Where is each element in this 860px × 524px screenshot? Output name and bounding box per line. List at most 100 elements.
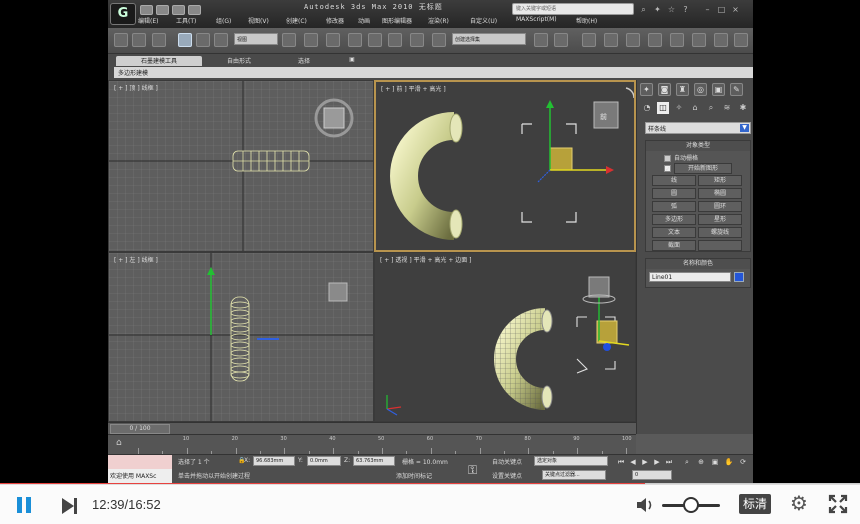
layer-manager-icon[interactable] xyxy=(582,33,596,47)
shape-text-button[interactable]: 文本 xyxy=(652,227,696,238)
geometry-icon[interactable]: ◔ xyxy=(641,102,653,114)
add-time-tag[interactable]: 添加时间标记 xyxy=(396,471,432,480)
view-coordinate-dropdown[interactable]: 视图 xyxy=(234,33,278,45)
settings-gear-icon[interactable]: ⚙ xyxy=(788,492,810,514)
menu-edit[interactable]: 编辑(E) xyxy=(138,16,158,25)
create-tab-icon[interactable]: ✦ xyxy=(640,83,653,96)
viewport-top-label[interactable]: [ + ] 顶 ] 线框 ] xyxy=(114,83,158,92)
auto-key-button[interactable]: 自动关键点 xyxy=(492,457,522,466)
shape-line-button[interactable]: 线 xyxy=(652,175,696,186)
percent-snap-icon[interactable] xyxy=(388,33,402,47)
save-file-icon[interactable] xyxy=(172,5,185,15)
close-icon[interactable]: × xyxy=(730,4,741,15)
viewcube-left[interactable] xyxy=(328,282,348,302)
auto-grid-checkbox[interactable]: 自动栅格 xyxy=(664,153,698,162)
fullscreen-icon[interactable] xyxy=(828,494,848,514)
named-selection-dropdown[interactable]: 创建选择集 xyxy=(452,33,526,45)
ribbon-panel[interactable]: 多边形建模 xyxy=(114,67,753,78)
mirror-icon[interactable] xyxy=(534,33,548,47)
select-tool-icon[interactable] xyxy=(132,33,146,47)
new-file-icon[interactable] xyxy=(140,5,153,15)
shape-ngon-button[interactable]: 多边形 xyxy=(652,214,696,225)
viewport-perspective[interactable]: [ + ] 透视 ] 平滑 + 高光 + 边面 ] xyxy=(374,252,636,422)
track-bar-icon[interactable]: ⌂ xyxy=(116,438,128,450)
systems-icon[interactable]: ✱ xyxy=(737,102,749,114)
maxscript-input[interactable]: 欢迎使用 MAXSc xyxy=(108,469,172,483)
zoom-extents-icon[interactable]: ▣ xyxy=(710,457,720,467)
zoom-all-icon[interactable]: ⊕ xyxy=(696,457,706,467)
viewport-perspective-label[interactable]: [ + ] 透视 ] 平滑 + 高光 + 边面 ] xyxy=(380,255,472,264)
viewcube-top[interactable] xyxy=(323,107,345,129)
next-button[interactable] xyxy=(60,496,80,516)
open-file-icon[interactable] xyxy=(156,5,169,15)
pivot-icon[interactable] xyxy=(282,33,296,47)
shape-section-button[interactable]: 截面 xyxy=(652,240,696,251)
keyboard-shortcut-icon[interactable] xyxy=(326,33,340,47)
start-new-shape-checkbox[interactable]: ✓ 开始新图形 xyxy=(664,163,732,174)
object-name-input[interactable]: Line01 xyxy=(649,272,731,282)
shape-arc-button[interactable]: 弧 xyxy=(652,201,696,212)
edit-named-selection-icon[interactable] xyxy=(432,33,446,47)
menu-modifiers[interactable]: 修改器 xyxy=(326,16,344,25)
shape-helix-button[interactable]: 螺旋线 xyxy=(698,227,742,238)
z-coordinate-field[interactable]: 63.763mm xyxy=(353,456,395,466)
tab-freeform[interactable]: 自由形式 xyxy=(214,56,264,66)
rendered-frame-icon[interactable] xyxy=(714,33,728,47)
volume-button[interactable] xyxy=(635,495,657,515)
snap-toggle-icon[interactable] xyxy=(348,33,362,47)
modify-tab-icon[interactable]: ◙ xyxy=(658,83,671,96)
utilities-tab-icon[interactable]: ✎ xyxy=(730,83,743,96)
zoom-icon[interactable]: ⌕ xyxy=(682,457,692,467)
tab-selection[interactable]: 选择 xyxy=(284,56,324,66)
viewport-front[interactable]: [ + ] 前 ] 平滑 + 高光 ] 前 xyxy=(374,80,636,252)
motion-tab-icon[interactable]: ◎ xyxy=(694,83,707,96)
menu-views[interactable]: 视图(V) xyxy=(248,16,269,25)
shape-donut-button[interactable]: 圆环 xyxy=(698,201,742,212)
shape-empty-button[interactable] xyxy=(698,240,742,251)
menu-graph-editors[interactable]: 图形编辑器 xyxy=(382,16,412,25)
info-icon[interactable]: ? xyxy=(680,4,691,15)
viewport-left-label[interactable]: [ + ] 左 ] 线框 ] xyxy=(114,255,158,264)
spacewarps-icon[interactable]: ≋ xyxy=(721,102,733,114)
time-slider[interactable]: 0 / 100 xyxy=(108,422,636,434)
object-color-swatch[interactable] xyxy=(734,272,744,282)
viewport-top[interactable]: [ + ] 顶 ] 线框 ] xyxy=(108,80,374,252)
viewport-left[interactable]: [ + ] 左 ] 线框 ] xyxy=(108,252,374,422)
goto-start-icon[interactable]: ⏮ xyxy=(616,457,626,467)
maxscript-listener[interactable]: 欢迎使用 MAXSc xyxy=(108,455,172,484)
shape-star-button[interactable]: 星形 xyxy=(698,214,742,225)
curve-editor-icon[interactable] xyxy=(626,33,640,47)
spinner-snap-icon[interactable] xyxy=(410,33,424,47)
pause-button[interactable] xyxy=(15,496,35,516)
tab-graphite-modeling[interactable]: 石墨建模工具 xyxy=(116,56,202,66)
next-frame-icon[interactable]: ▶ xyxy=(652,457,662,467)
minimize-icon[interactable]: – xyxy=(702,4,713,15)
align-icon[interactable] xyxy=(554,33,568,47)
viewcube-perspective[interactable] xyxy=(588,276,610,298)
select-rotate-icon[interactable] xyxy=(196,33,210,47)
render-setup-icon[interactable] xyxy=(692,33,706,47)
y-coordinate-field[interactable]: 0.0mm xyxy=(307,456,341,466)
lights-icon[interactable]: ✧ xyxy=(673,102,685,114)
search-icon[interactable]: ⌕ xyxy=(638,4,649,15)
viewport-front-label[interactable]: [ + ] 前 ] 平滑 + 高光 ] xyxy=(381,84,446,93)
menu-maxscript[interactable]: MAXScript(M) xyxy=(516,16,557,23)
helpers-icon[interactable]: ⌕ xyxy=(705,102,717,114)
search-input[interactable]: 键入关键字或短语 xyxy=(512,3,634,15)
display-tab-icon[interactable]: ▣ xyxy=(712,83,725,96)
menu-create[interactable]: 创建(C) xyxy=(286,16,307,25)
app-logo-icon[interactable]: G xyxy=(110,3,136,25)
select-scale-icon[interactable] xyxy=(214,33,228,47)
hierarchy-tab-icon[interactable]: ♜ xyxy=(676,83,689,96)
menu-rendering[interactable]: 渲染(R) xyxy=(428,16,449,25)
selected-object-dropdown[interactable]: 选定对象 xyxy=(534,456,608,466)
undo-tool-icon[interactable] xyxy=(114,33,128,47)
menu-help[interactable]: 帮助(H) xyxy=(576,16,597,25)
volume-slider-knob[interactable] xyxy=(683,497,699,513)
schematic-view-icon[interactable] xyxy=(648,33,662,47)
menu-animation[interactable]: 动画 xyxy=(358,16,370,25)
ribbon-toggle-icon[interactable]: ▣ xyxy=(340,56,364,66)
shapes-icon[interactable]: ◫ xyxy=(657,102,669,114)
select-manipulate-icon[interactable] xyxy=(304,33,318,47)
render-teapot-icon[interactable] xyxy=(734,33,748,47)
